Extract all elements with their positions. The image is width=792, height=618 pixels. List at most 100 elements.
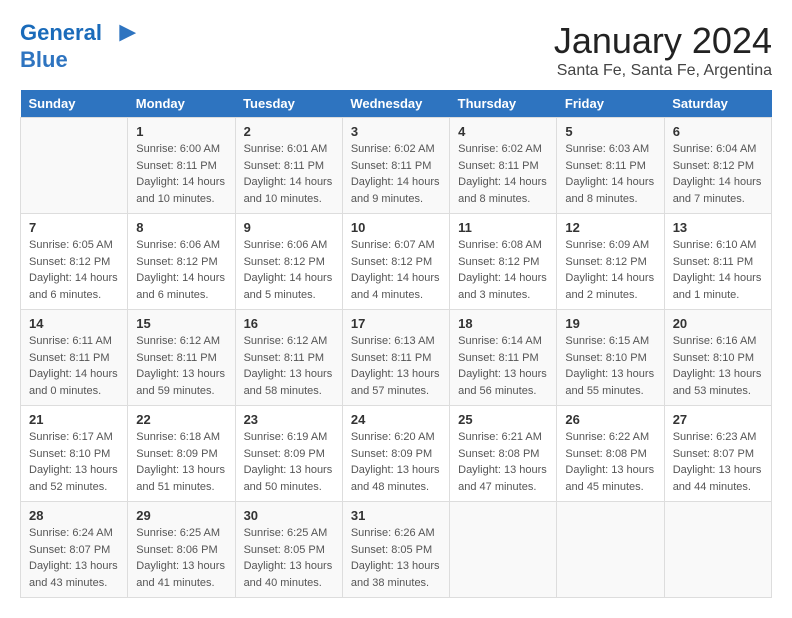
calendar-week-row: 1 Sunrise: 6:00 AM Sunset: 8:11 PM Daylig… (21, 118, 772, 214)
day-info: Sunrise: 6:11 AM Sunset: 8:11 PM Dayligh… (29, 333, 119, 399)
day-number: 31 (351, 508, 441, 523)
calendar-cell: 11 Sunrise: 6:08 AM Sunset: 8:12 PM Dayli… (450, 214, 557, 310)
day-info: Sunrise: 6:01 AM Sunset: 8:11 PM Dayligh… (244, 141, 334, 207)
day-info: Sunrise: 6:21 AM Sunset: 8:08 PM Dayligh… (458, 429, 548, 495)
calendar-cell: 23 Sunrise: 6:19 AM Sunset: 8:09 PM Dayli… (235, 406, 342, 502)
calendar-cell: 1 Sunrise: 6:00 AM Sunset: 8:11 PM Daylig… (128, 118, 235, 214)
day-info: Sunrise: 6:00 AM Sunset: 8:11 PM Dayligh… (136, 141, 226, 207)
calendar-cell: 18 Sunrise: 6:14 AM Sunset: 8:11 PM Dayli… (450, 310, 557, 406)
day-number: 18 (458, 316, 548, 331)
day-info: Sunrise: 6:07 AM Sunset: 8:12 PM Dayligh… (351, 237, 441, 303)
day-number: 8 (136, 220, 226, 235)
logo-text: General Blue (20, 20, 138, 72)
calendar-body: 1 Sunrise: 6:00 AM Sunset: 8:11 PM Daylig… (21, 118, 772, 598)
day-number: 12 (565, 220, 655, 235)
logo: General Blue (20, 20, 138, 72)
day-info: Sunrise: 6:16 AM Sunset: 8:10 PM Dayligh… (673, 333, 763, 399)
weekday-header-monday: Monday (128, 90, 235, 118)
day-info: Sunrise: 6:23 AM Sunset: 8:07 PM Dayligh… (673, 429, 763, 495)
day-info: Sunrise: 6:03 AM Sunset: 8:11 PM Dayligh… (565, 141, 655, 207)
calendar-cell (450, 502, 557, 598)
day-number: 7 (29, 220, 119, 235)
calendar-cell: 22Sunrise: 6:18 AM Sunset: 8:09 PM Dayli… (128, 406, 235, 502)
location-title: Santa Fe, Santa Fe, Argentina (554, 62, 772, 80)
day-number: 10 (351, 220, 441, 235)
day-number: 4 (458, 124, 548, 139)
calendar-cell: 14 Sunrise: 6:11 AM Sunset: 8:11 PM Dayli… (21, 310, 128, 406)
calendar-cell: 21Sunrise: 6:17 AM Sunset: 8:10 PM Dayli… (21, 406, 128, 502)
calendar-cell: 2Sunrise: 6:01 AM Sunset: 8:11 PM Daylig… (235, 118, 342, 214)
day-number: 3 (351, 124, 441, 139)
calendar-cell: 19 Sunrise: 6:15 AM Sunset: 8:10 PM Dayli… (557, 310, 664, 406)
day-number: 25 (458, 412, 548, 427)
calendar-cell: 31Sunrise: 6:26 AM Sunset: 8:05 PM Dayli… (342, 502, 449, 598)
calendar-cell: 3 Sunrise: 6:02 AM Sunset: 8:11 PM Daylig… (342, 118, 449, 214)
title-block: January 2024 Santa Fe, Santa Fe, Argenti… (554, 20, 772, 80)
day-number: 28 (29, 508, 119, 523)
day-number: 14 (29, 316, 119, 331)
calendar-week-row: 28 Sunrise: 6:24 AM Sunset: 8:07 PM Dayli… (21, 502, 772, 598)
calendar-cell: 29Sunrise: 6:25 AM Sunset: 8:06 PM Dayli… (128, 502, 235, 598)
day-number: 24 (351, 412, 441, 427)
day-info: Sunrise: 6:06 AM Sunset: 8:12 PM Dayligh… (136, 237, 226, 303)
calendar-cell: 15 Sunrise: 6:12 AM Sunset: 8:11 PM Dayli… (128, 310, 235, 406)
day-number: 15 (136, 316, 226, 331)
day-number: 6 (673, 124, 763, 139)
calendar-cell: 12 Sunrise: 6:09 AM Sunset: 8:12 PM Dayli… (557, 214, 664, 310)
day-info: Sunrise: 6:14 AM Sunset: 8:11 PM Dayligh… (458, 333, 548, 399)
calendar-cell (664, 502, 771, 598)
day-info: Sunrise: 6:05 AM Sunset: 8:12 PM Dayligh… (29, 237, 119, 303)
calendar-week-row: 7 Sunrise: 6:05 AM Sunset: 8:12 PM Daylig… (21, 214, 772, 310)
calendar-cell: 9Sunrise: 6:06 AM Sunset: 8:12 PM Daylig… (235, 214, 342, 310)
calendar-cell: 24 Sunrise: 6:20 AM Sunset: 8:09 PM Dayli… (342, 406, 449, 502)
day-number: 29 (136, 508, 226, 523)
day-info: Sunrise: 6:13 AM Sunset: 8:11 PM Dayligh… (351, 333, 441, 399)
calendar-cell: 28 Sunrise: 6:24 AM Sunset: 8:07 PM Dayli… (21, 502, 128, 598)
day-info: Sunrise: 6:22 AM Sunset: 8:08 PM Dayligh… (565, 429, 655, 495)
calendar-table: SundayMondayTuesdayWednesdayThursdayFrid… (20, 90, 772, 598)
weekday-header-wednesday: Wednesday (342, 90, 449, 118)
day-info: Sunrise: 6:15 AM Sunset: 8:10 PM Dayligh… (565, 333, 655, 399)
day-info: Sunrise: 6:19 AM Sunset: 8:09 PM Dayligh… (244, 429, 334, 495)
weekday-header-sunday: Sunday (21, 90, 128, 118)
day-number: 30 (244, 508, 334, 523)
day-info: Sunrise: 6:10 AM Sunset: 8:11 PM Dayligh… (673, 237, 763, 303)
day-info: Sunrise: 6:20 AM Sunset: 8:09 PM Dayligh… (351, 429, 441, 495)
weekday-header-thursday: Thursday (450, 90, 557, 118)
page-header: General Blue January 2024 Santa Fe, Sant… (20, 20, 772, 80)
calendar-cell: 27 Sunrise: 6:23 AM Sunset: 8:07 PM Dayli… (664, 406, 771, 502)
day-info: Sunrise: 6:02 AM Sunset: 8:11 PM Dayligh… (458, 141, 548, 207)
day-number: 20 (673, 316, 763, 331)
calendar-cell: 7 Sunrise: 6:05 AM Sunset: 8:12 PM Daylig… (21, 214, 128, 310)
day-number: 21 (29, 412, 119, 427)
day-number: 17 (351, 316, 441, 331)
weekday-header-friday: Friday (557, 90, 664, 118)
day-info: Sunrise: 6:02 AM Sunset: 8:11 PM Dayligh… (351, 141, 441, 207)
calendar-week-row: 21Sunrise: 6:17 AM Sunset: 8:10 PM Dayli… (21, 406, 772, 502)
day-info: Sunrise: 6:09 AM Sunset: 8:12 PM Dayligh… (565, 237, 655, 303)
day-info: Sunrise: 6:04 AM Sunset: 8:12 PM Dayligh… (673, 141, 763, 207)
day-number: 1 (136, 124, 226, 139)
calendar-cell: 16Sunrise: 6:12 AM Sunset: 8:11 PM Dayli… (235, 310, 342, 406)
day-number: 11 (458, 220, 548, 235)
day-info: Sunrise: 6:24 AM Sunset: 8:07 PM Dayligh… (29, 525, 119, 591)
day-number: 22 (136, 412, 226, 427)
calendar-cell: 17 Sunrise: 6:13 AM Sunset: 8:11 PM Dayli… (342, 310, 449, 406)
day-info: Sunrise: 6:08 AM Sunset: 8:12 PM Dayligh… (458, 237, 548, 303)
logo-icon (110, 20, 138, 48)
day-number: 27 (673, 412, 763, 427)
calendar-cell: 26Sunrise: 6:22 AM Sunset: 8:08 PM Dayli… (557, 406, 664, 502)
day-number: 16 (244, 316, 334, 331)
day-info: Sunrise: 6:06 AM Sunset: 8:12 PM Dayligh… (244, 237, 334, 303)
calendar-cell: 4 Sunrise: 6:02 AM Sunset: 8:11 PM Daylig… (450, 118, 557, 214)
day-info: Sunrise: 6:12 AM Sunset: 8:11 PM Dayligh… (136, 333, 226, 399)
day-number: 5 (565, 124, 655, 139)
calendar-cell (21, 118, 128, 214)
day-number: 19 (565, 316, 655, 331)
day-number: 23 (244, 412, 334, 427)
calendar-cell: 20 Sunrise: 6:16 AM Sunset: 8:10 PM Dayli… (664, 310, 771, 406)
weekday-header-row: SundayMondayTuesdayWednesdayThursdayFrid… (21, 90, 772, 118)
weekday-header-tuesday: Tuesday (235, 90, 342, 118)
logo-line1: General (20, 20, 102, 45)
calendar-cell: 5 Sunrise: 6:03 AM Sunset: 8:11 PM Daylig… (557, 118, 664, 214)
